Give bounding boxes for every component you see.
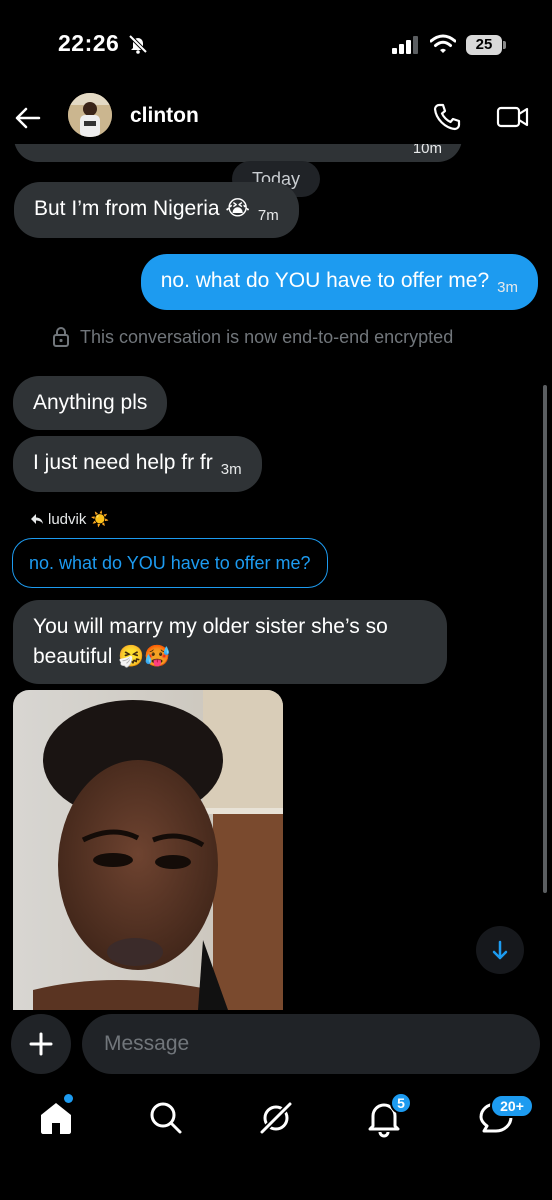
notifications-badge: 5 xyxy=(390,1092,412,1114)
reply-target-name: ludvik ☀️ xyxy=(48,511,110,528)
grok-icon xyxy=(259,1101,293,1135)
message-input[interactable] xyxy=(82,1014,540,1074)
message-bubble-incoming[interactable]: I just need help fr fr 3m xyxy=(13,436,262,492)
message-text-line: You will marry my older sister she’s so xyxy=(33,615,388,638)
signal-icon xyxy=(392,36,418,54)
message-text-line: beautiful 🤧🥵 xyxy=(33,645,171,668)
encryption-notice: This conversation is now end-to-end encr… xyxy=(52,326,453,348)
contact-name[interactable]: clinton xyxy=(130,104,199,128)
status-time: 22:26 xyxy=(58,30,120,56)
status-bar: 22:26 25 xyxy=(0,0,552,90)
avatar-image xyxy=(68,93,112,137)
dm-screen: 10m Today But I’m from Nigeria 😭 7m no. w… xyxy=(0,0,552,1200)
avatar[interactable] xyxy=(68,93,112,137)
arrow-down-icon xyxy=(492,940,508,960)
back-arrow-icon[interactable] xyxy=(14,104,42,132)
conversation-header: clinton xyxy=(0,90,552,144)
message-composer xyxy=(0,1010,552,1082)
video-icon[interactable] xyxy=(496,102,530,132)
battery-tip xyxy=(503,41,506,49)
message-photo[interactable] xyxy=(13,690,283,1010)
message-text: no. what do YOU have to offer me? xyxy=(160,269,490,292)
message-bubble-incoming[interactable]: But I’m from Nigeria 😭 7m xyxy=(14,182,299,238)
message-bubble-incoming[interactable]: Anything pls xyxy=(13,376,168,430)
encryption-notice-text: This conversation is now end-to-end encr… xyxy=(80,326,454,347)
message-bubble-outgoing[interactable]: no. what do YOU have to offer me? 3m xyxy=(140,254,538,310)
nav-home[interactable] xyxy=(36,1094,76,1138)
message-list[interactable]: 10m Today But I’m from Nigeria 😭 7m no. w… xyxy=(0,0,552,1010)
home-notification-dot xyxy=(64,1094,73,1103)
photo-image xyxy=(13,690,283,1010)
reply-arrow-icon xyxy=(31,514,43,524)
nav-messages[interactable]: 20+ xyxy=(476,1094,534,1138)
message-text: I just need help fr fr xyxy=(33,451,213,474)
phone-icon[interactable] xyxy=(432,102,462,132)
wifi-icon xyxy=(430,34,456,53)
nav-search[interactable] xyxy=(146,1098,186,1138)
message-text: Anything pls xyxy=(33,391,148,414)
quoted-message[interactable]: no. what do YOU have to offer me? xyxy=(12,538,328,588)
search-icon xyxy=(150,1102,182,1134)
nav-notifications[interactable]: 5 xyxy=(364,1092,412,1138)
nav-grok[interactable] xyxy=(256,1098,296,1138)
message-bubble-incoming[interactable]: You will marry my older sister she’s so … xyxy=(13,600,447,684)
scroll-to-bottom-button[interactable] xyxy=(476,926,524,974)
add-attachment-button[interactable] xyxy=(11,1014,71,1074)
message-text: But I’m from Nigeria 😭 xyxy=(34,197,250,220)
scrollbar-thumb[interactable] xyxy=(543,385,547,893)
lock-icon xyxy=(53,327,69,347)
bell-slash-icon xyxy=(128,34,148,54)
message-timestamp: 3m xyxy=(220,461,242,478)
message-timestamp: 3m xyxy=(497,279,518,296)
home-icon xyxy=(41,1103,71,1134)
messages-badge: 20+ xyxy=(490,1094,534,1118)
reply-indicator: ludvik ☀️ xyxy=(30,510,109,528)
bottom-navigation: 5 20+ xyxy=(0,1082,552,1200)
plus-icon xyxy=(29,1032,53,1056)
message-timestamp: 7m xyxy=(257,207,279,224)
battery-icon: 25 xyxy=(466,35,502,55)
